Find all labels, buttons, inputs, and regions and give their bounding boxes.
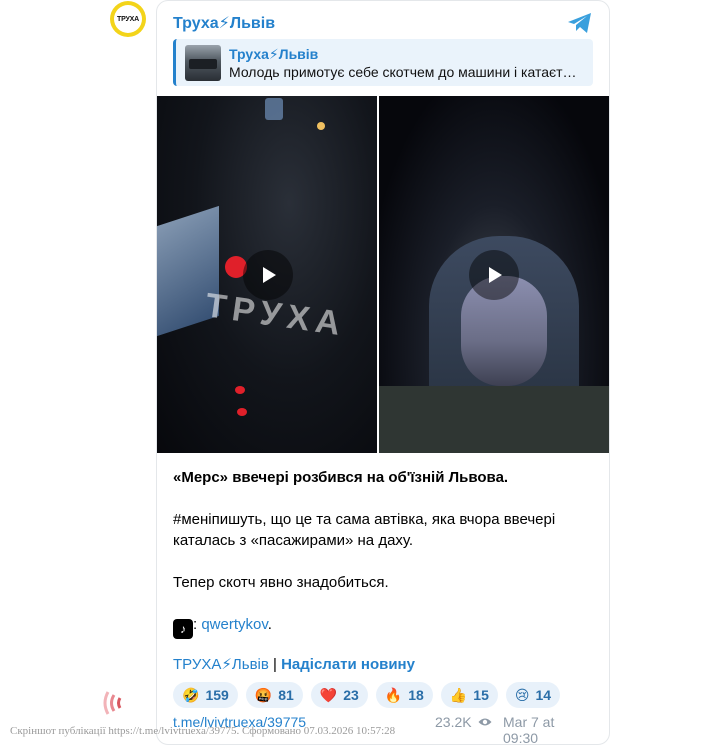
message-body: #меніпишуть, що це та сама автівка, яка … <box>173 511 556 549</box>
signature: ТРУХА⚡Львів | Надіслати новину <box>173 655 415 673</box>
message-headline: «Мерс» ввечері розбився на об'їзній Льво… <box>173 469 509 486</box>
telegram-icon[interactable] <box>567 11 593 35</box>
reaction-count: 159 <box>205 687 229 703</box>
reaction-crying[interactable]: 😢 14 <box>505 682 561 708</box>
reaction-count: 81 <box>278 687 294 703</box>
reply-channel-name: Труха⚡Львів <box>229 45 319 62</box>
signature-separator: | <box>268 656 282 673</box>
screenshot-caption: Скріншот публікації https://t.me/lvivtru… <box>10 725 396 737</box>
tiktok-credit: ♪: qwertykov. <box>173 614 593 639</box>
message-text: «Мерс» ввечері розбився на об'їзній Льво… <box>173 467 593 639</box>
signature-channel-link[interactable]: ТРУХА⚡Львів <box>173 656 269 673</box>
play-button[interactable] <box>469 250 519 300</box>
submit-news-link[interactable]: Надіслати новину <box>281 656 415 673</box>
rofl-emoji-icon: 🤣 <box>182 686 200 703</box>
tiktok-icon: ♪ <box>173 619 193 639</box>
message-card: Труха⚡Львів Труха⚡Львів Молодь примотує … <box>156 0 610 746</box>
reaction-thumbs-up[interactable]: 👍 15 <box>440 682 498 708</box>
reaction-count: 15 <box>473 687 489 703</box>
avatar-label: ТРУХА <box>114 5 142 33</box>
reply-snippet: Молодь примотує себе скотчем до машини і… <box>229 63 577 80</box>
cursing-emoji-icon: 🤬 <box>254 686 273 703</box>
red-light <box>237 408 247 416</box>
broadcast-icon <box>103 691 122 715</box>
play-button[interactable] <box>243 250 293 300</box>
person-jacket <box>379 386 609 453</box>
thumbs-up-emoji-icon: 👍 <box>449 686 468 703</box>
reaction-cursing[interactable]: 🤬 81 <box>245 682 303 708</box>
play-icon <box>489 267 502 283</box>
tiktok-suffix: . <box>267 616 272 633</box>
video-thumbnail-1[interactable]: ТРУХА <box>157 96 377 453</box>
red-light <box>235 386 245 394</box>
reaction-count: 23 <box>343 687 359 703</box>
video-thumbnail-2[interactable] <box>379 96 609 453</box>
play-icon <box>263 267 276 283</box>
message-remark: Тепер скотч явно знадобиться. <box>173 574 389 591</box>
reply-thumbnail <box>185 44 221 81</box>
view-count: 23.2K <box>435 714 472 730</box>
reaction-count: 18 <box>408 687 424 703</box>
reactions-bar: 🤣 159 🤬 81 ❤️ 23 🔥 18 👍 15 😢 14 <box>173 682 561 708</box>
crying-emoji-icon: 😢 <box>514 686 530 703</box>
fire-emoji-icon: 🔥 <box>384 686 403 703</box>
channel-avatar[interactable]: ТРУХА <box>110 1 146 37</box>
media-group: ТРУХА <box>157 96 609 453</box>
heart-emoji-icon: ❤️ <box>319 686 338 703</box>
tiktok-handle-link[interactable]: qwertykov <box>201 616 267 633</box>
eye-icon <box>478 718 492 726</box>
reaction-fire[interactable]: 🔥 18 <box>375 682 433 708</box>
channel-name[interactable]: Труха⚡Львів <box>173 13 275 33</box>
reply-preview[interactable]: Труха⚡Львів Молодь примотує себе скотчем… <box>173 39 593 86</box>
reaction-count: 14 <box>535 687 552 703</box>
reaction-rofl[interactable]: 🤣 159 <box>173 682 238 708</box>
parking-sign <box>265 98 283 120</box>
post-date[interactable]: Mar 7 at 09:30 <box>503 714 593 746</box>
street-light <box>317 122 325 130</box>
reaction-heart[interactable]: ❤️ 23 <box>310 682 368 708</box>
